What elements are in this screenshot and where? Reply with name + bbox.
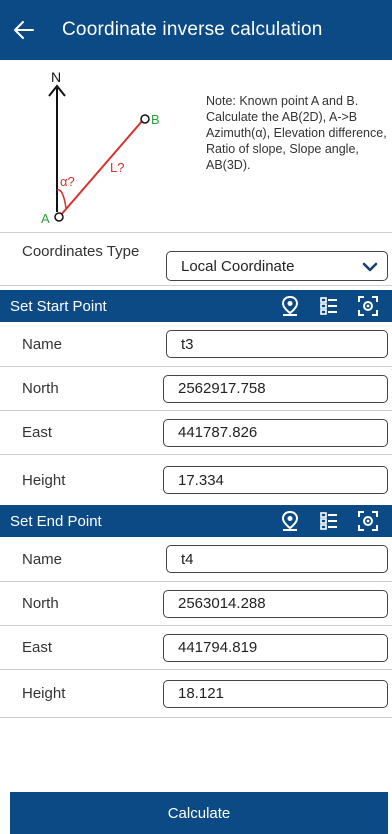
arrow-left-icon	[14, 21, 34, 39]
end-east-input[interactable]: 441794.819	[163, 633, 388, 662]
start-height-input[interactable]: 17.334	[163, 466, 388, 494]
start-point-title: Set Start Point	[10, 297, 107, 315]
end-north-input[interactable]: 2563014.288	[163, 589, 388, 618]
end-north-label: North	[22, 595, 59, 612]
end-east-row: East 441794.819	[0, 626, 392, 670]
start-point-header: Set Start Point	[0, 290, 392, 322]
end-point-header: Set End Point	[0, 505, 392, 537]
coordinates-type-value: Local Coordinate	[181, 257, 295, 275]
end-height-row: Height 18.121	[0, 670, 392, 718]
calculate-button[interactable]: Calculate	[10, 792, 388, 834]
start-east-label: East	[22, 424, 53, 441]
start-name-label: Name	[22, 335, 63, 353]
start-name-row: Name t3	[0, 322, 392, 367]
end-point-title: Set End Point	[10, 512, 102, 530]
note-text: Note: Known point A and B. Calculate the…	[206, 94, 387, 172]
coordinates-type-label: Coordinates Type	[22, 243, 140, 260]
start-north-label: North	[22, 380, 59, 397]
chevron-down-icon	[362, 262, 378, 272]
scan-icon[interactable]	[357, 510, 379, 532]
page-title: Coordinate inverse calculation	[62, 19, 323, 40]
end-name-input[interactable]: t4	[166, 545, 388, 573]
point-b-label: B	[151, 112, 160, 127]
point-a-marker	[54, 212, 64, 222]
start-height-row: Height 17.334	[0, 455, 392, 505]
end-name-row: Name t4	[0, 537, 392, 582]
north-label: N	[51, 69, 61, 85]
end-height-label: Height	[22, 685, 66, 702]
start-height-label: Height	[22, 471, 66, 489]
list-icon[interactable]	[318, 510, 340, 532]
end-east-label: East	[22, 639, 53, 656]
app-bar: Coordinate inverse calculation	[0, 0, 392, 60]
location-pin-icon[interactable]	[279, 295, 301, 317]
point-b-marker	[140, 114, 150, 124]
location-pin-icon[interactable]	[279, 510, 301, 532]
start-north-input[interactable]: 2562917.758	[163, 374, 388, 403]
angle-label: α?	[60, 174, 75, 189]
end-height-input[interactable]: 18.121	[163, 679, 388, 708]
diagram-graphic: N A B α? L?	[41, 69, 160, 226]
coordinates-type-select[interactable]: Local Coordinate	[166, 251, 388, 281]
start-east-row: East 441787.826	[0, 411, 392, 455]
back-button[interactable]	[0, 0, 48, 60]
scan-icon[interactable]	[357, 295, 379, 317]
list-icon[interactable]	[318, 295, 340, 317]
start-north-row: North 2562917.758	[0, 367, 392, 411]
end-north-row: North 2563014.288	[0, 582, 392, 626]
end-name-label: Name	[22, 550, 63, 568]
length-label: L?	[110, 160, 124, 175]
start-name-input[interactable]: t3	[166, 330, 388, 358]
start-east-input[interactable]: 441787.826	[163, 418, 388, 447]
point-a-label: A	[41, 211, 50, 226]
